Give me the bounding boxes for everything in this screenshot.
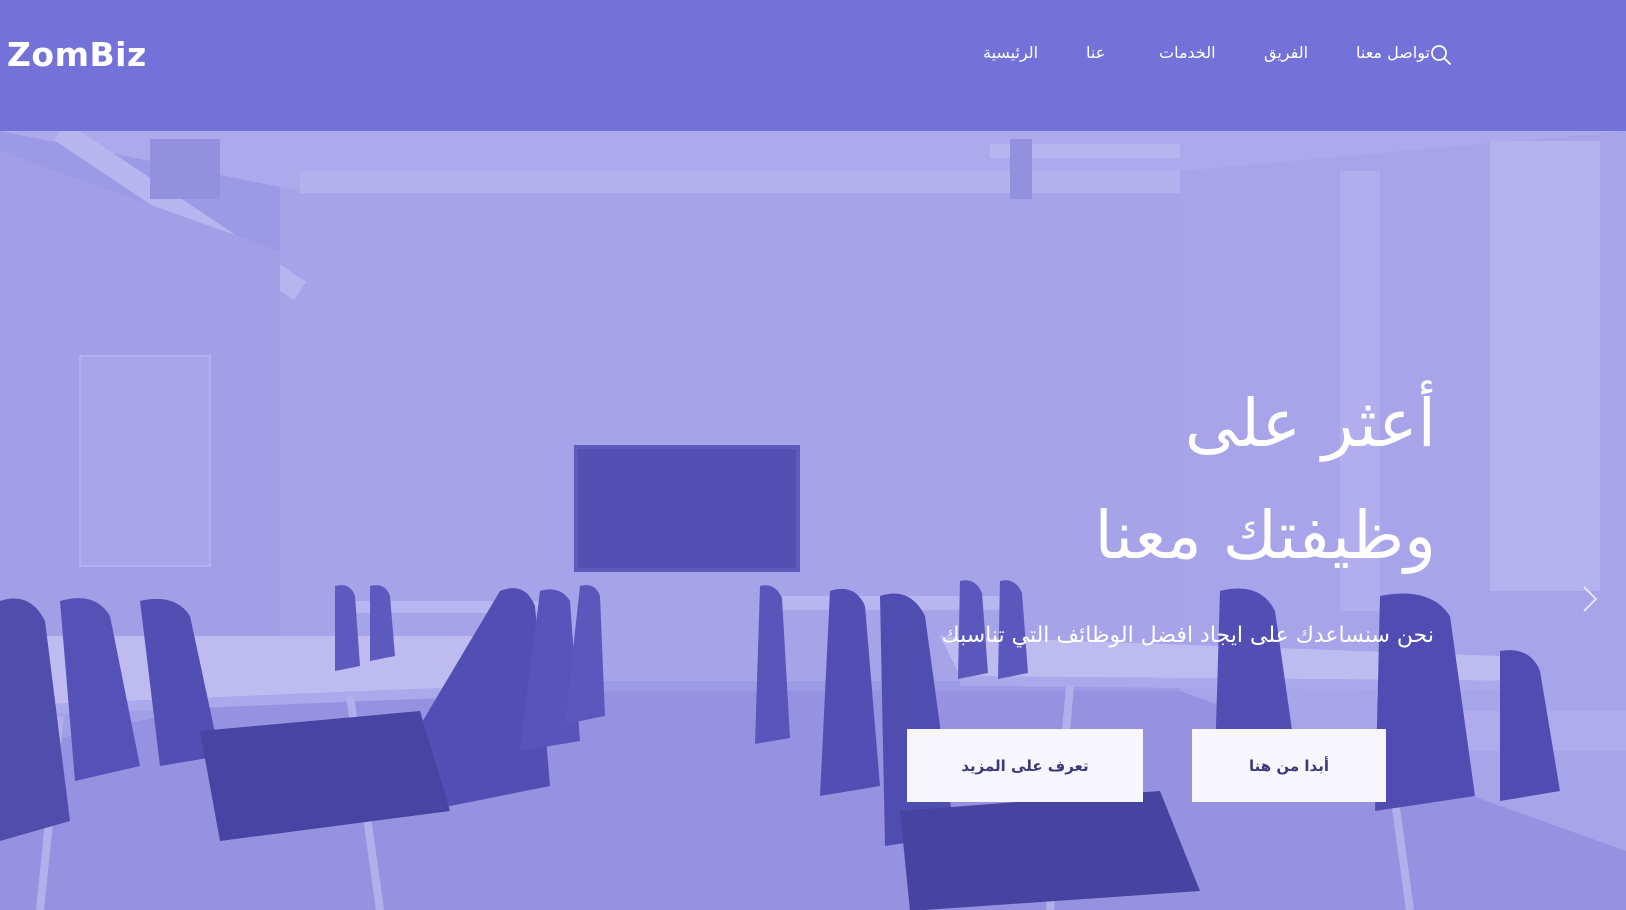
hero-section: أعثر على وظيفتك معنا نحن سنساعدك على ايج…: [0, 131, 1626, 910]
search-icon[interactable]: [1430, 44, 1452, 66]
nav-item-team[interactable]: الفريق: [1264, 43, 1308, 62]
hero-title-line1: أعثر على: [1184, 385, 1436, 462]
brand-logo[interactable]: ZomBiz: [7, 35, 147, 74]
nav-item-contact[interactable]: تواصل معنا: [1356, 43, 1430, 62]
hero-subtitle: نحن سنساعدك على ايجاد افضل الوظائف التي …: [941, 623, 1434, 648]
top-navbar: ZomBiz الرئيسية عنا الخدمات الفريق تواصل…: [0, 0, 1626, 131]
nav-item-home[interactable]: الرئيسية: [983, 43, 1038, 62]
nav-item-about[interactable]: عنا: [1086, 43, 1105, 62]
start-here-button[interactable]: أبدا من هنا: [1192, 729, 1386, 802]
chevron-right-icon[interactable]: [1574, 584, 1604, 614]
learn-more-button[interactable]: تعرف على المزيد: [907, 729, 1143, 802]
hero-title: أعثر على وظيفتك معنا: [836, 368, 1436, 592]
nav-item-services[interactable]: الخدمات: [1159, 43, 1216, 62]
hero-title-line2: وظيفتك معنا: [1094, 497, 1436, 574]
